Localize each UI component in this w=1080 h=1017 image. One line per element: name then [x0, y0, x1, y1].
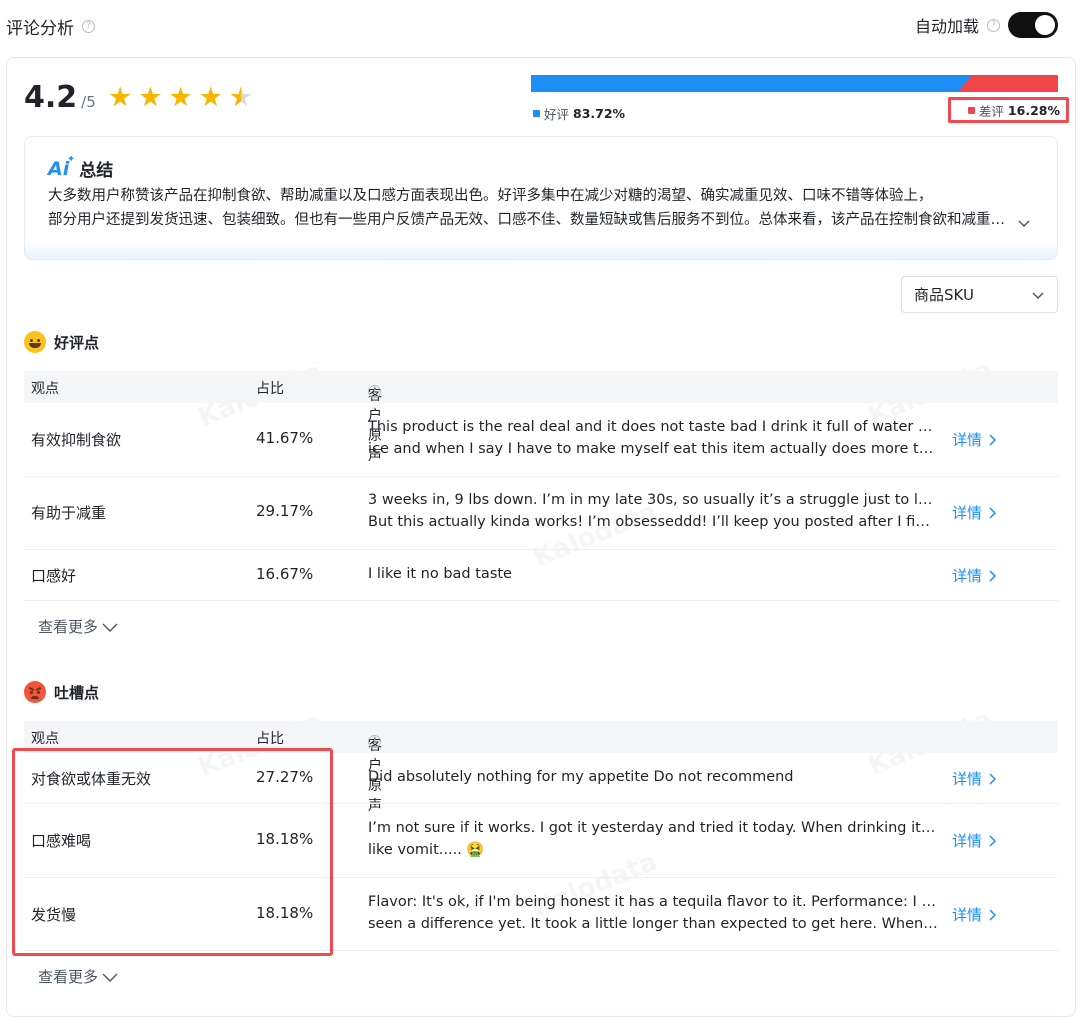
opinion-cell: 有助于减重: [31, 504, 107, 522]
negative-legend: 差评 16.28%: [948, 97, 1069, 123]
help-icon[interactable]: ?: [987, 18, 1000, 32]
positive-legend: 好评 83.72%: [533, 104, 625, 123]
chevron-down-icon: [1032, 291, 1044, 299]
positive-bar: [531, 75, 978, 92]
rating-max: /5: [81, 93, 96, 111]
detail-link[interactable]: 详情: [952, 565, 997, 586]
opinion-cell: 口感好: [31, 567, 77, 585]
chevron-down-icon[interactable]: [1017, 216, 1031, 230]
star-icon: ★: [138, 82, 163, 113]
negative-square-icon: [967, 106, 975, 114]
ai-summary-title: Ai ✦ 总结: [48, 153, 114, 182]
help-icon[interactable]: ?: [82, 20, 95, 33]
chevron-right-icon: [989, 433, 997, 446]
rating-value: 4.2: [24, 80, 78, 115]
sku-select[interactable]: 商品SKU: [901, 276, 1058, 313]
table-row: 有效抑制食欲 41.67% This product is the real d…: [24, 403, 1058, 477]
negative-show-more[interactable]: 查看更多: [38, 966, 118, 987]
chevron-down-icon: [102, 623, 118, 632]
summary-title-text: 总结: [79, 161, 114, 181]
opinion-cell: 有效抑制食欲: [31, 431, 122, 449]
voice-cell: Flavor: It's ok, if I'm being honest it …: [368, 894, 938, 932]
positive-label: 好评: [544, 107, 570, 122]
summary-line-2: 部分用户还提到发货迅速、包装细致。但也有一些用户反馈产品无效、口感不佳、数量短缺…: [48, 212, 1008, 228]
table-row: 有助于减重 29.17% 3 weeks in, 9 lbs down. I’m…: [24, 476, 1058, 550]
summary-text: 大多数用户称赞该产品在抑制食欲、帮助减重以及口感方面表现出色。好评多集中在减少对…: [48, 184, 1008, 232]
highlight-box: [12, 748, 333, 956]
half-star-icon: ★: [228, 82, 254, 113]
positive-pct: 83.72%: [573, 106, 626, 121]
positive-section-title: 好评点: [24, 331, 99, 353]
detail-link[interactable]: 详情: [952, 768, 997, 789]
ratio-cell: 16.67%: [256, 565, 314, 583]
table-row: 口感好 16.67% I like it no bad taste 详情: [24, 549, 1058, 601]
happy-face-icon: [24, 331, 46, 353]
positive-square-icon: [533, 110, 540, 117]
header-opinion: 观点: [31, 381, 59, 397]
help-icon[interactable]: ?: [368, 385, 381, 398]
negative-bar: [958, 75, 1058, 92]
rating-score: 4.2 /5: [24, 80, 96, 115]
voice-cell: I’m not sure if it works. I got it yeste…: [368, 820, 938, 858]
negative-label: 差评: [978, 103, 1004, 119]
positive-show-more[interactable]: 查看更多: [38, 616, 118, 637]
detail-link[interactable]: 详情: [952, 830, 997, 851]
star-icon: ★: [198, 82, 223, 113]
page-title-text: 评论分析: [6, 19, 74, 39]
help-icon[interactable]: ?: [368, 735, 381, 748]
header-ratio: 占比: [256, 731, 284, 747]
ai-sparkle-icon: Ai ✦: [48, 153, 76, 180]
autoload-control: 自动加载 ?: [915, 12, 1058, 38]
sentiment-bar: [531, 75, 1058, 92]
negative-pct: 16.28%: [1007, 102, 1060, 118]
positive-title-text: 好评点: [54, 333, 100, 352]
star-icon: ★: [168, 82, 193, 113]
voice-cell: Did absolutely nothing for my appetite D…: [368, 769, 794, 785]
angry-face-icon: [24, 681, 46, 703]
header-opinion: 观点: [31, 731, 59, 747]
detail-link[interactable]: 详情: [952, 429, 997, 450]
star-icon: ★: [108, 82, 133, 113]
chevron-down-icon: [102, 973, 118, 982]
chevron-right-icon: [989, 772, 997, 785]
page-title: 评论分析 ?: [6, 14, 95, 39]
autoload-label: 自动加载: [914, 17, 979, 36]
autoload-toggle[interactable]: [1008, 12, 1058, 38]
detail-link[interactable]: 详情: [952, 502, 997, 523]
ratio-cell: 41.67%: [256, 429, 314, 447]
summary-line-1: 大多数用户称赞该产品在抑制食欲、帮助减重以及口感方面表现出色。好评多集中在减少对…: [48, 188, 933, 204]
sku-select-value: 商品SKU: [914, 286, 974, 304]
voice-cell: This product is the real deal and it doe…: [368, 419, 938, 457]
voice-cell: 3 weeks in, 9 lbs down. I’m in my late 3…: [368, 492, 938, 530]
negative-title-text: 吐槽点: [54, 683, 100, 702]
rating-stars: ★ ★ ★ ★ ★: [108, 84, 253, 111]
toggle-knob: [1035, 15, 1055, 35]
chevron-right-icon: [989, 834, 997, 847]
negative-section-title: 吐槽点: [24, 681, 99, 703]
chevron-right-icon: [989, 908, 997, 921]
positive-table-header: 观点 占比 客户原声?: [24, 371, 1058, 464]
ratio-cell: 29.17%: [256, 502, 314, 520]
voice-cell: I like it no bad taste: [368, 566, 512, 582]
header-ratio: 占比: [256, 381, 284, 397]
chevron-right-icon: [989, 506, 997, 519]
chevron-right-icon: [989, 569, 997, 582]
detail-link[interactable]: 详情: [952, 904, 997, 925]
